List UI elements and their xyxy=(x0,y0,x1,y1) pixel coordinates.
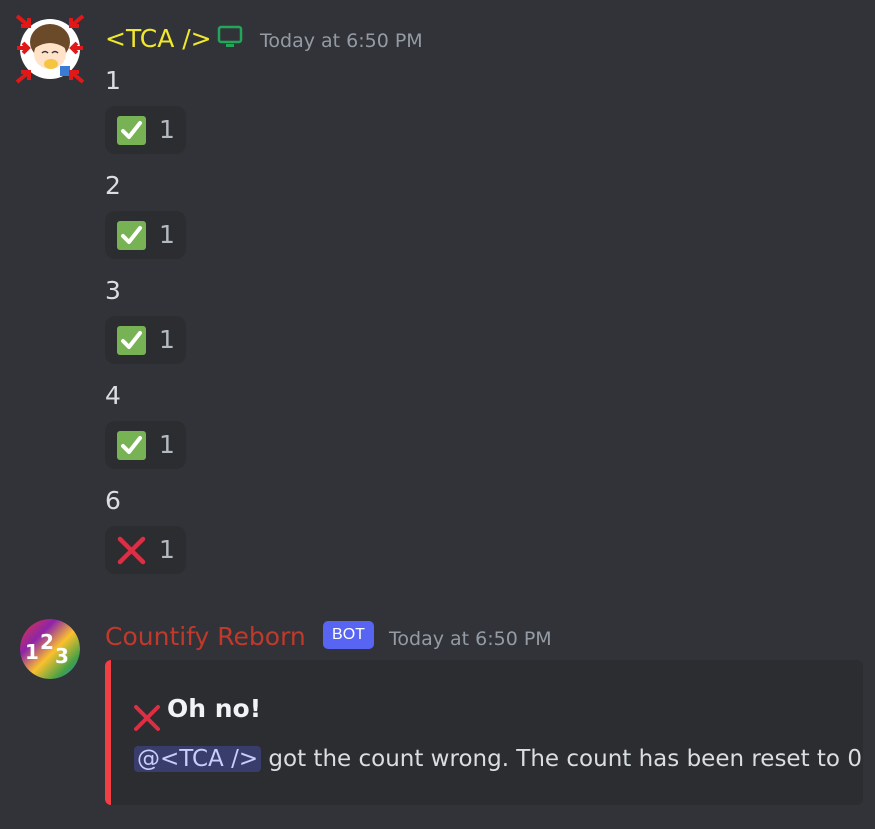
message-line: 3 xyxy=(105,276,121,305)
timestamp[interactable]: Today at 6:50 PM xyxy=(389,627,552,651)
embed-title: Oh no! xyxy=(167,694,262,723)
reaction-count: 1 xyxy=(159,115,175,144)
reaction-count: 1 xyxy=(159,535,175,564)
embed-description: @<TCA /> got the count wrong. The count … xyxy=(134,742,863,776)
user-mention[interactable]: @<TCA /> xyxy=(134,746,262,772)
message-line: 4 xyxy=(105,381,121,410)
check-mark-icon xyxy=(117,116,146,145)
cross-mark-icon xyxy=(134,705,160,731)
message-line: 1 xyxy=(105,66,121,95)
message-line: 6 xyxy=(105,486,121,515)
svg-text:1: 1 xyxy=(25,640,39,664)
embed-accent-bar xyxy=(105,660,111,805)
avatar-image: 1 2 3 xyxy=(20,619,80,679)
svg-text:3: 3 xyxy=(55,644,69,668)
avatar[interactable]: 1 2 3 xyxy=(20,619,80,679)
username[interactable]: <TCA /> xyxy=(105,24,212,54)
embed: Oh no! @<TCA /> got the count wrong. The… xyxy=(105,660,863,805)
reaction-count: 1 xyxy=(159,325,175,354)
message-line: 2 xyxy=(105,171,121,200)
reaction-count: 1 xyxy=(159,220,175,249)
desktop-icon xyxy=(217,25,243,49)
avatar-image xyxy=(15,14,85,84)
reaction-check[interactable]: 1 xyxy=(105,211,186,259)
check-mark-icon xyxy=(117,431,146,460)
username[interactable]: Countify Reborn xyxy=(105,622,306,652)
embed-description-text: got the count wrong. The count has been … xyxy=(261,746,863,772)
timestamp[interactable]: Today at 6:50 PM xyxy=(260,29,423,53)
reaction-check[interactable]: 1 xyxy=(105,106,186,154)
cross-mark-icon xyxy=(117,536,146,565)
reaction-count: 1 xyxy=(159,430,175,459)
reaction-cross[interactable]: 1 xyxy=(105,526,186,574)
check-mark-icon xyxy=(117,221,146,250)
reaction-check[interactable]: 1 xyxy=(105,421,186,469)
bot-badge: BOT xyxy=(323,621,374,649)
svg-text:2: 2 xyxy=(40,630,54,654)
avatar[interactable] xyxy=(15,12,85,84)
check-mark-icon xyxy=(117,326,146,355)
reaction-check[interactable]: 1 xyxy=(105,316,186,364)
